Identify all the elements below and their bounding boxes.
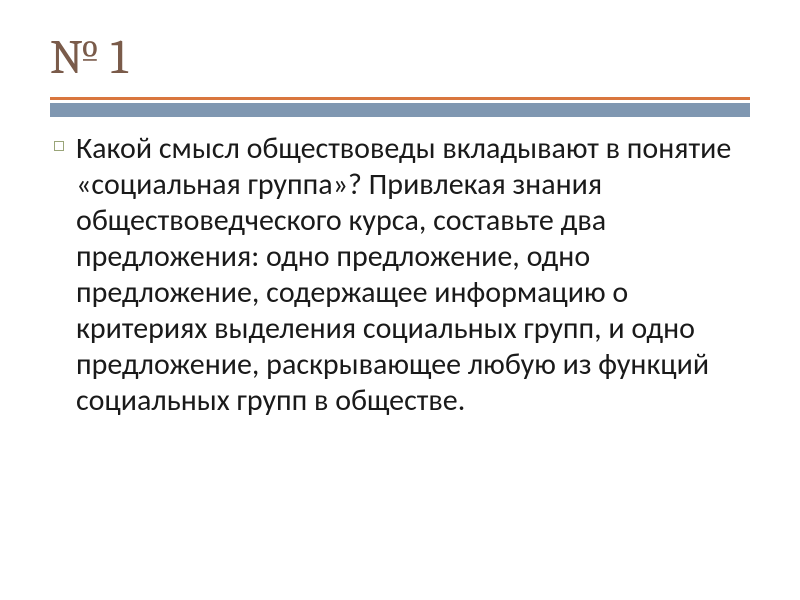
bullet-icon [54, 141, 64, 151]
body-area: Какой смысл обществоведы вкладывают в по… [50, 131, 750, 419]
slide-title: № 1 [50, 30, 750, 85]
slide: № 1 Какой смысл обществоведы вкладывают … [0, 0, 800, 600]
body-text: Какой смысл обществоведы вкладывают в по… [76, 131, 750, 419]
title-divider [50, 97, 750, 111]
